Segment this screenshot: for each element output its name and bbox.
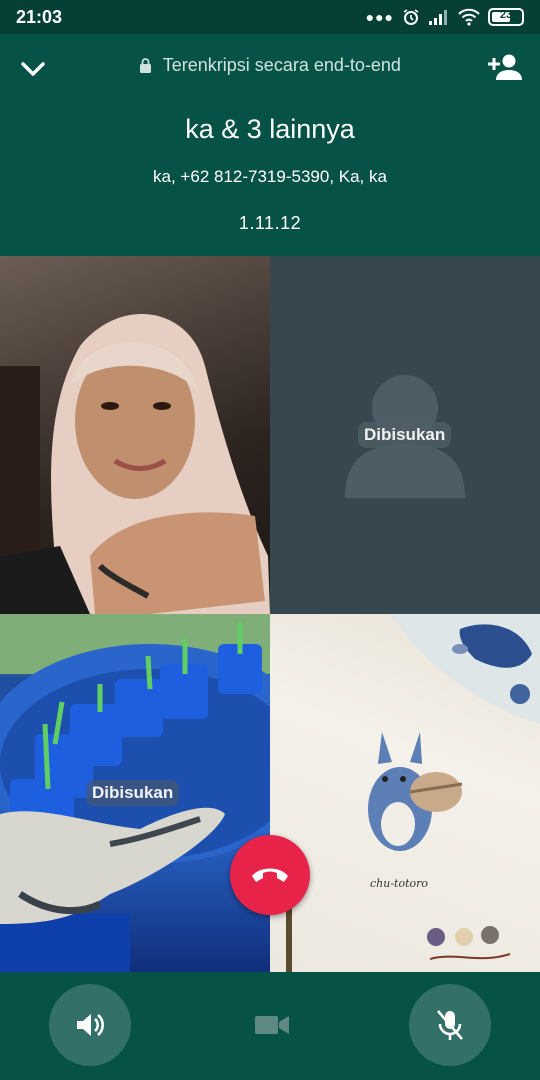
video-toggle-button[interactable] [231,984,313,1066]
encryption-text: Terenkripsi secara end-to-end [162,55,401,75]
muted-status-label: Dibisukan [86,780,180,806]
mic-off-icon [437,1010,463,1040]
end-call-button[interactable] [230,835,310,915]
call-controls-bar [0,972,540,1080]
status-bar: 21:03 ●●● 23 [0,0,540,34]
status-time: 21:03 [16,7,63,27]
participant-list: ka, +62 812-7319-5390, Ka, ka [153,167,387,186]
call-title: ka & 3 lainnya [185,114,355,144]
video-tile-participant-3[interactable]: Dibisukan [0,614,270,972]
video-icon [255,1016,289,1034]
speaker-button[interactable] [49,984,131,1066]
call-header: Terenkripsi secara end-to-end ka & 3 lai… [0,34,540,256]
video-tile-participant-4[interactable]: chu-totoro [270,614,540,972]
encryption-notice: Terenkripsi secara end-to-end [0,55,540,76]
muted-status-label: Dibisukan [358,422,452,448]
call-duration: 1.11.12 [238,213,302,233]
status-icons: ●●● 23 [366,6,524,28]
battery-indicator: 23 [488,8,524,26]
signal-icon [429,10,447,25]
mute-button[interactable] [409,984,491,1066]
wifi-icon [458,8,480,26]
lock-icon [140,58,152,73]
painting-caption: chu-totoro [370,877,428,890]
add-participant-icon[interactable] [488,52,522,82]
video-tile-participant-1[interactable] [0,256,270,614]
more-dots-icon: ●●● [365,9,394,25]
video-tile-participant-2[interactable]: Dibisukan [270,256,540,614]
alarm-icon [403,9,419,25]
participant-video-image: chu-totoro [286,614,540,972]
speaker-icon [77,1014,104,1036]
hang-up-icon [252,868,288,882]
participant-video-image [0,314,270,614]
battery-level: 23 [499,9,513,21]
